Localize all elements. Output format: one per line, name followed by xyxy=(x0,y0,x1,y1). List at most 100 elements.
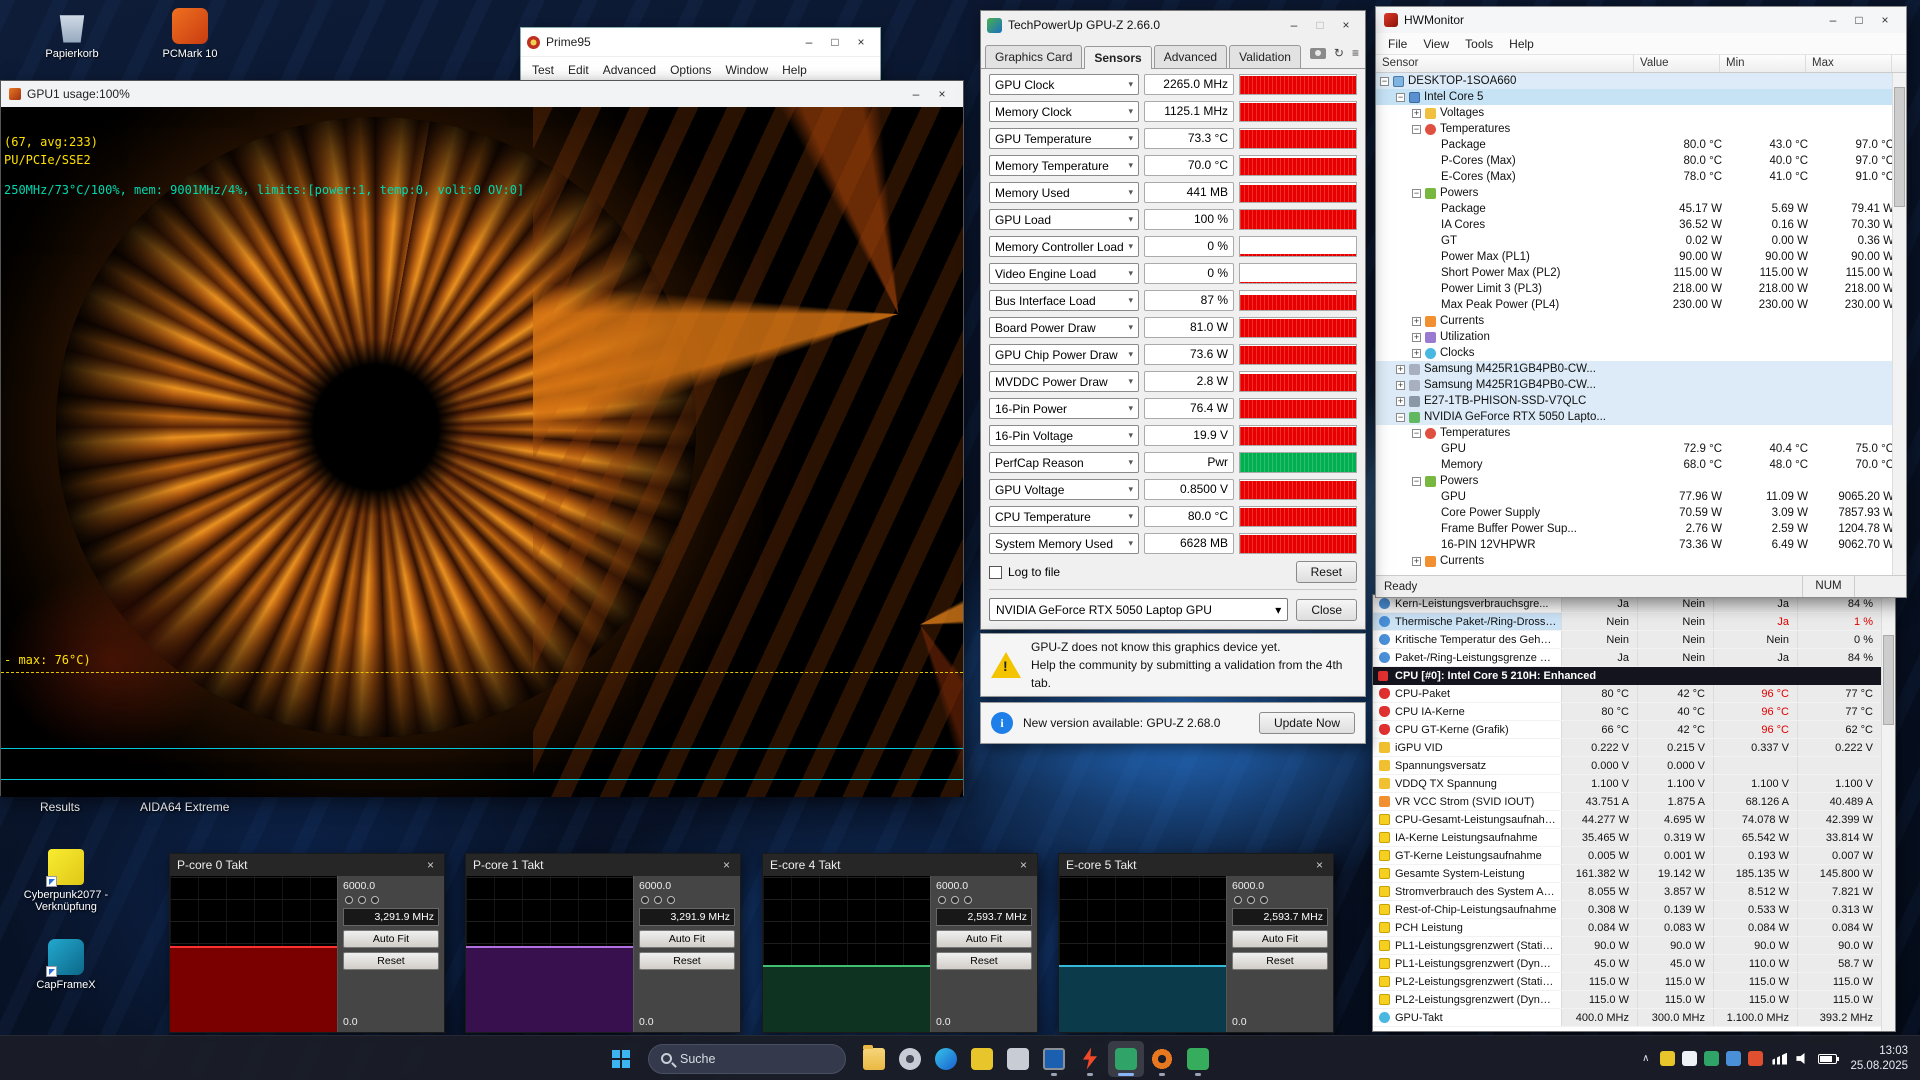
tray-icon-shield[interactable] xyxy=(1726,1051,1741,1066)
sensor-row[interactable]: PL1-Leistungsgrenzwert (Dynami...45.0 W4… xyxy=(1373,955,1881,973)
close-button[interactable]: × xyxy=(929,87,955,101)
reset-button[interactable]: Reset xyxy=(343,952,439,970)
menu-help[interactable]: Help xyxy=(775,61,814,79)
sensor-name-dropdown[interactable]: 16-Pin Power▾ xyxy=(989,398,1139,419)
expand-toggle[interactable]: − xyxy=(1412,125,1421,134)
expand-toggle[interactable]: − xyxy=(1412,429,1421,438)
sensor-row[interactable]: Thermische Paket-/Ring-DrosselungNeinNei… xyxy=(1373,613,1881,631)
expand-toggle[interactable]: + xyxy=(1412,333,1421,342)
menu-help[interactable]: Help xyxy=(1501,36,1542,52)
close-button[interactable]: × xyxy=(720,858,733,872)
expand-toggle[interactable]: + xyxy=(1412,557,1421,566)
app-gray-taskbar-button[interactable] xyxy=(1000,1041,1036,1077)
close-button[interactable]: × xyxy=(1872,13,1898,27)
window-titlebar[interactable]: Prime95 – □ × xyxy=(521,28,880,56)
sensor-name-dropdown[interactable]: System Memory Used▾ xyxy=(989,533,1139,554)
close-button[interactable]: × xyxy=(424,858,437,872)
tab-validation[interactable]: Validation xyxy=(1229,45,1301,68)
sensor-name-dropdown[interactable]: Bus Interface Load▾ xyxy=(989,290,1139,311)
desktop-icon-pcmark10[interactable]: PCMark 10 xyxy=(138,8,242,60)
sensor-row[interactable]: Gesamte System-Leistung161.382 W19.142 W… xyxy=(1373,865,1881,883)
menu-test[interactable]: Test xyxy=(525,61,561,79)
column-header-min[interactable]: Min xyxy=(1720,55,1806,72)
menu-edit[interactable]: Edit xyxy=(561,61,596,79)
column-header-value[interactable]: Value xyxy=(1634,55,1720,72)
menu-icon[interactable]: ≡ xyxy=(1352,46,1359,60)
log-to-file-checkbox[interactable] xyxy=(989,566,1002,579)
aida64-taskbar-button[interactable] xyxy=(1180,1041,1216,1077)
close-button[interactable]: × xyxy=(848,35,874,49)
indicator-dot[interactable] xyxy=(964,896,972,904)
close-button[interactable]: × xyxy=(1017,858,1030,872)
tree-row[interactable]: Core Power Supply70.59 W3.09 W7857.93 W xyxy=(1376,505,1906,521)
auto-fit-button[interactable]: Auto Fit xyxy=(1232,930,1328,948)
tray-icon-notepad[interactable] xyxy=(1682,1051,1697,1066)
sensor-name-dropdown[interactable]: GPU Voltage▾ xyxy=(989,479,1139,500)
app-yellow-taskbar-button[interactable] xyxy=(964,1041,1000,1077)
refresh-icon[interactable]: ↻ xyxy=(1334,46,1344,60)
background-window-label[interactable]: AIDA64 Extreme xyxy=(140,800,229,814)
volume-icon[interactable] xyxy=(1796,1052,1809,1065)
menu-view[interactable]: View xyxy=(1415,36,1457,52)
indicator-dot[interactable] xyxy=(1260,896,1268,904)
menu-window[interactable]: Window xyxy=(718,61,775,79)
tree-row[interactable]: +Utilization xyxy=(1376,329,1906,345)
indicator-dot[interactable] xyxy=(654,896,662,904)
hwinfo-taskbar-button[interactable] xyxy=(1036,1041,1072,1077)
gpu-select-dropdown[interactable]: NVIDIA GeForce RTX 5050 Laptop GPU ▾ xyxy=(989,598,1288,621)
tree-row[interactable]: Frame Buffer Power Sup...2.76 W2.59 W120… xyxy=(1376,521,1906,537)
sensor-row[interactable]: PL1-Leistungsgrenzwert (Statisch)90.0 W9… xyxy=(1373,937,1881,955)
indicator-dot[interactable] xyxy=(1234,896,1242,904)
indicator-dot[interactable] xyxy=(641,896,649,904)
tree-row[interactable]: Memory68.0 °C48.0 °C70.0 °C xyxy=(1376,457,1906,473)
explorer-taskbar-button[interactable] xyxy=(856,1041,892,1077)
tree-row[interactable]: −Temperatures xyxy=(1376,121,1906,137)
sensor-row[interactable]: PL2-Leistungsgrenzwert (Dynami...115.0 W… xyxy=(1373,991,1881,1009)
expand-toggle[interactable]: − xyxy=(1396,93,1405,102)
tab-graphics-card[interactable]: Graphics Card xyxy=(985,45,1082,68)
expand-toggle[interactable]: − xyxy=(1380,77,1389,86)
sensor-row[interactable]: PCH Leistung0.084 W0.083 W0.084 W0.084 W xyxy=(1373,919,1881,937)
update-now-button[interactable]: Update Now xyxy=(1259,712,1355,734)
expand-toggle[interactable]: + xyxy=(1396,365,1405,374)
sensor-name-dropdown[interactable]: Video Engine Load▾ xyxy=(989,263,1139,284)
indicator-dot[interactable] xyxy=(951,896,959,904)
sensor-name-dropdown[interactable]: GPU Load▾ xyxy=(989,209,1139,230)
tree-row[interactable]: +Samsung M425R1GB4PB0-CW... xyxy=(1376,361,1906,377)
reset-button[interactable]: Reset xyxy=(1232,952,1328,970)
sensor-name-dropdown[interactable]: Board Power Draw▾ xyxy=(989,317,1139,338)
sensor-name-dropdown[interactable]: CPU Temperature▾ xyxy=(989,506,1139,527)
tray-overflow-chevron-icon[interactable]: ∧ xyxy=(1640,1053,1651,1064)
indicator-dot[interactable] xyxy=(371,896,379,904)
network-icon[interactable] xyxy=(1772,1053,1787,1065)
tree-row[interactable]: −DESKTOP-1SOA660 xyxy=(1376,73,1906,89)
scrollbar-thumb[interactable] xyxy=(1894,87,1905,207)
expand-toggle[interactable]: + xyxy=(1412,349,1421,358)
sensor-row[interactable]: GPU-Takt400.0 MHz300.0 MHz1.100.0 MHz393… xyxy=(1373,1009,1881,1027)
tree-row[interactable]: −Temperatures xyxy=(1376,425,1906,441)
sensor-row[interactable]: VDDQ TX Spannung1.100 V1.100 V1.100 V1.1… xyxy=(1373,775,1881,793)
expand-toggle[interactable]: + xyxy=(1412,317,1421,326)
sensor-row[interactable]: CPU IA-Kerne80 °C40 °C96 °C77 °C xyxy=(1373,703,1881,721)
column-header-max[interactable]: Max xyxy=(1806,55,1892,72)
sensor-name-dropdown[interactable]: PerfCap Reason▾ xyxy=(989,452,1139,473)
sensor-row[interactable]: GT-Kerne Leistungsaufnahme0.005 W0.001 W… xyxy=(1373,847,1881,865)
sensor-row[interactable]: CPU-Gesamt-Leistungsaufnahme44.277 W4.69… xyxy=(1373,811,1881,829)
tree-row[interactable]: −Powers xyxy=(1376,473,1906,489)
window-titlebar[interactable]: TechPowerUp GPU-Z 2.66.0 – □ × xyxy=(981,11,1365,39)
reset-button[interactable]: Reset xyxy=(1296,561,1357,583)
scrollbar[interactable] xyxy=(1881,595,1895,1031)
close-button[interactable]: × xyxy=(1313,858,1326,872)
desktop-icon-capframex[interactable]: CapFrameX xyxy=(14,939,118,991)
sensor-row[interactable]: iGPU VID0.222 V0.215 V0.337 V0.222 V xyxy=(1373,739,1881,757)
window-titlebar[interactable]: GPU1 usage:100% – × xyxy=(1,81,963,107)
window-titlebar[interactable]: P-core 0 Takt× xyxy=(170,854,444,876)
auto-fit-button[interactable]: Auto Fit xyxy=(639,930,735,948)
sensor-row[interactable]: Kritische Temperatur des Gehäus...NeinNe… xyxy=(1373,631,1881,649)
sensor-row[interactable]: CPU GT-Kerne (Grafik)66 °C42 °C96 °C62 °… xyxy=(1373,721,1881,739)
tree-row[interactable]: +Samsung M425R1GB4PB0-CW... xyxy=(1376,377,1906,393)
tab-advanced[interactable]: Advanced xyxy=(1154,45,1227,68)
reset-button[interactable]: Reset xyxy=(639,952,735,970)
close-button[interactable]: × xyxy=(1333,18,1359,32)
edge-taskbar-button[interactable] xyxy=(928,1041,964,1077)
